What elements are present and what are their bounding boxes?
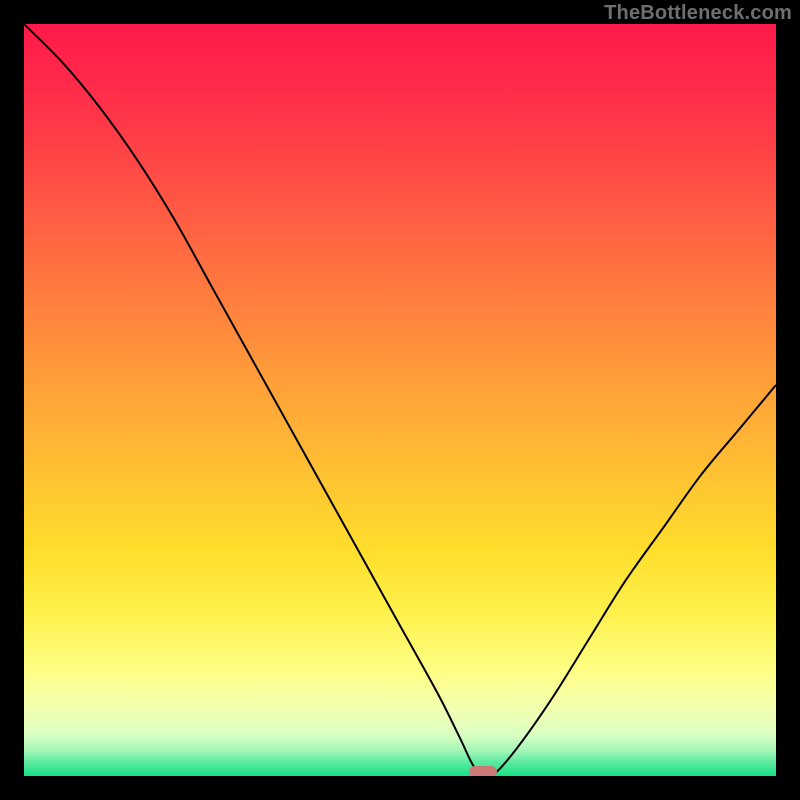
attribution-label: TheBottleneck.com xyxy=(604,2,792,25)
chart-frame: TheBottleneck.com xyxy=(0,0,800,800)
optimal-marker xyxy=(469,766,497,776)
plot-area xyxy=(24,24,776,776)
bottleneck-curve xyxy=(24,24,776,776)
